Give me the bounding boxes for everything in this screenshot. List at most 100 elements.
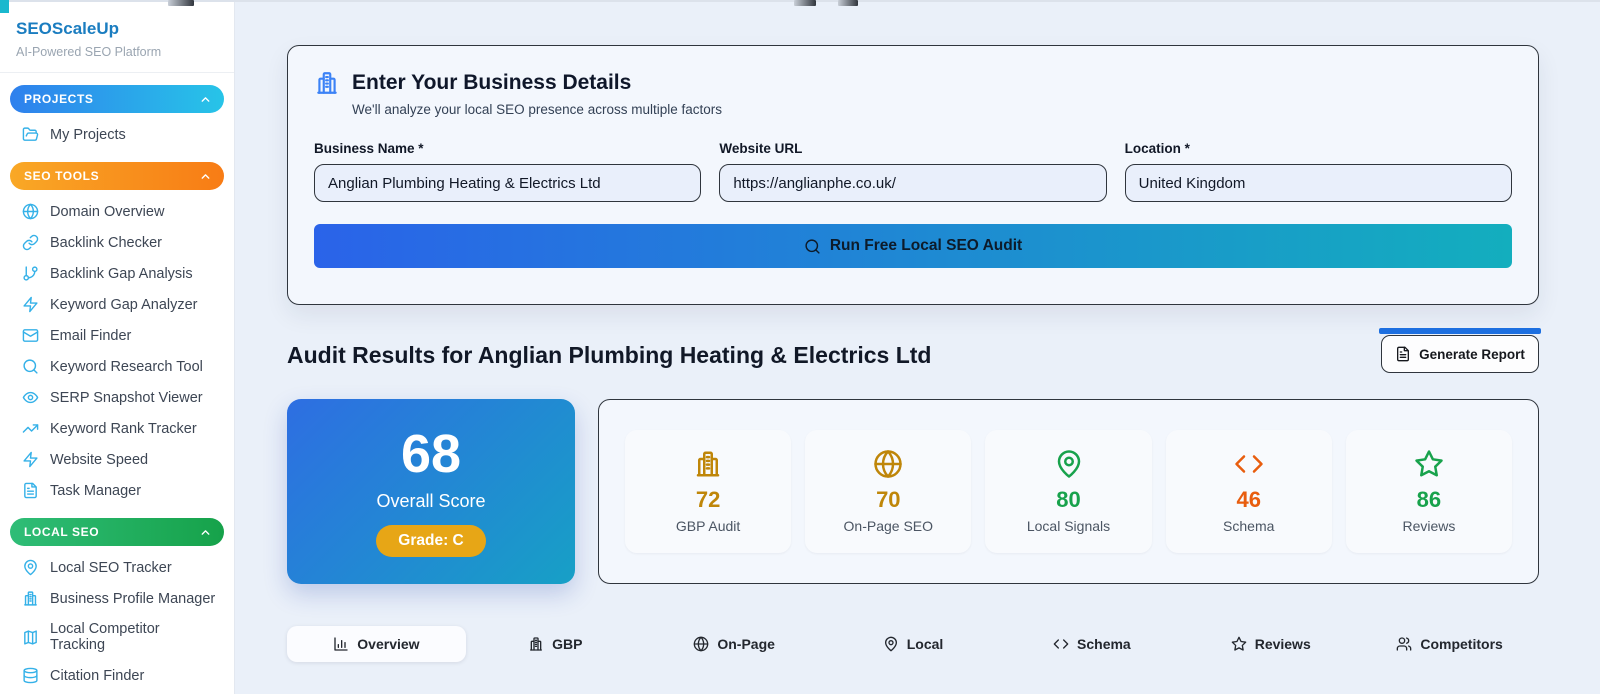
metric-reviews: 86 Reviews	[1345, 430, 1513, 553]
sidebar-item-label: Task Manager	[50, 482, 142, 499]
search-icon	[804, 238, 821, 255]
metric-label: GBP Audit	[675, 518, 741, 534]
sidebar-item-label: Backlink Checker	[50, 234, 163, 251]
results-tab-bar: Overview GBP On-Page Local Schema Review…	[287, 626, 1539, 662]
sidebar-item-label: Keyword Research Tool	[50, 358, 203, 375]
git-branch-icon	[22, 265, 39, 282]
tab-competitors[interactable]: Competitors	[1360, 626, 1539, 662]
sidebar-item-label: Local SEO Tracker	[50, 559, 172, 576]
globe-icon	[873, 449, 903, 479]
sidebar-section-local-seo[interactable]: LOCAL SEO	[10, 518, 224, 546]
tab-on-page[interactable]: On-Page	[645, 626, 824, 662]
map-pin-icon	[22, 559, 39, 576]
run-audit-button[interactable]: Run Free Local SEO Audit	[314, 224, 1512, 268]
building-icon	[22, 590, 39, 607]
metric-schema: 46 Schema	[1165, 430, 1332, 553]
sidebar-section-projects[interactable]: PROJECTS	[10, 85, 224, 113]
tab-overview[interactable]: Overview	[287, 626, 466, 662]
sidebar-item-website-speed[interactable]: Website Speed	[0, 444, 234, 475]
sidebar: SEOScaleUp AI-Powered SEO Platform PROJE…	[0, 0, 235, 694]
sidebar-item-label: Local Competitor Tracking	[50, 621, 160, 653]
top-edge-artifact	[168, 0, 194, 6]
metric-label: Reviews	[1402, 518, 1456, 534]
generate-report-wrap: Generate Report	[1379, 328, 1541, 373]
section-label: LOCAL SEO	[24, 525, 100, 539]
results-title: Audit Results for Anglian Plumbing Heati…	[287, 342, 932, 368]
business-name-input[interactable]	[314, 164, 702, 202]
brand-block: SEOScaleUp AI-Powered SEO Platform	[0, 0, 234, 73]
sidebar-item-label: Backlink Gap Analysis	[50, 265, 193, 282]
tab-gbp[interactable]: GBP	[466, 626, 645, 662]
generate-report-button[interactable]: Generate Report	[1381, 335, 1539, 373]
metric-local-signals: 80 Local Signals	[985, 430, 1152, 553]
sidebar-item-label: Citation Finder	[50, 667, 145, 684]
globe-icon	[22, 203, 39, 220]
sidebar-item-domain-overview[interactable]: Domain Overview	[0, 196, 234, 227]
tab-label: GBP	[552, 636, 583, 652]
tab-label: Schema	[1077, 636, 1131, 652]
map-pin-icon	[883, 636, 899, 652]
main-content: Enter Your Business Details We'll analyz…	[287, 0, 1541, 662]
card-subtitle: We'll analyze your local SEO presence ac…	[352, 102, 722, 117]
location-field-group: Location *	[1124, 141, 1512, 202]
globe-icon	[693, 636, 709, 652]
file-text-icon	[22, 482, 39, 499]
sidebar-item-serp-snapshot-viewer[interactable]: SERP Snapshot Viewer	[0, 382, 234, 413]
business-name-label: Business Name *	[314, 141, 424, 156]
metric-value: 70	[876, 487, 901, 512]
sidebar-item-business-profile-manager[interactable]: Business Profile Manager	[0, 583, 234, 614]
sidebar-item-email-finder[interactable]: Email Finder	[0, 320, 234, 351]
trending-up-icon	[22, 420, 39, 437]
sidebar-item-label: Keyword Gap Analyzer	[50, 296, 198, 313]
map-icon	[22, 629, 39, 646]
users-icon	[1396, 636, 1412, 652]
file-text-icon	[1395, 346, 1411, 362]
main-area: Enter Your Business Details We'll analyz…	[235, 0, 1600, 694]
metric-label: Local Signals	[1026, 518, 1111, 534]
chevron-up-icon	[199, 526, 212, 539]
card-header: Enter Your Business Details	[314, 70, 1512, 96]
chevron-up-icon	[199, 170, 212, 183]
sidebar-item-backlink-gap-analysis[interactable]: Backlink Gap Analysis	[0, 258, 234, 289]
code-icon	[1053, 636, 1069, 652]
section-label: PROJECTS	[24, 92, 94, 106]
generate-report-label: Generate Report	[1419, 346, 1525, 362]
sidebar-item-label: Business Profile Manager	[50, 590, 216, 607]
form-fields-row: Business Name * Website URL Location *	[314, 141, 1512, 202]
sidebar-item-label: Website Speed	[50, 451, 149, 468]
results-header-row: Audit Results for Anglian Plumbing Heati…	[287, 328, 1541, 373]
sidebar-item-keyword-gap-analyzer[interactable]: Keyword Gap Analyzer	[0, 289, 234, 320]
section-label: SEO TOOLS	[24, 169, 100, 183]
tab-local[interactable]: Local	[824, 626, 1003, 662]
metrics-panel: 72 GBP Audit 70 On-Page SEO 80 Local Sig…	[598, 399, 1539, 584]
card-title: Enter Your Business Details	[352, 71, 632, 94]
bar-chart-icon	[333, 636, 349, 652]
sidebar-item-task-manager[interactable]: Task Manager	[0, 475, 234, 506]
metric-value: 86	[1416, 487, 1442, 512]
sidebar-item-my-projects[interactable]: My Projects	[0, 119, 234, 150]
sidebar-item-local-seo-tracker[interactable]: Local SEO Tracker	[0, 552, 234, 583]
sidebar-section-seo-tools[interactable]: SEO TOOLS	[10, 162, 224, 190]
tab-label: Reviews	[1254, 636, 1311, 652]
sidebar-item-local-competitor-tracking[interactable]: Local Competitor Tracking	[0, 614, 234, 660]
sidebar-item-keyword-rank-tracker[interactable]: Keyword Rank Tracker	[0, 413, 234, 444]
location-input[interactable]	[1124, 164, 1512, 202]
report-accent-bar	[1379, 328, 1541, 334]
map-pin-icon	[1054, 449, 1084, 479]
link-icon	[22, 234, 39, 251]
tab-label: On-Page	[717, 636, 775, 652]
sidebar-item-label: Keyword Rank Tracker	[50, 420, 197, 437]
star-icon	[1231, 636, 1247, 652]
chevron-up-icon	[199, 93, 212, 106]
score-row: 68 Overall Score Grade: C 72 GBP Audit 7…	[287, 399, 1539, 584]
tab-reviews[interactable]: Reviews	[1181, 626, 1360, 662]
metric-value: 46	[1236, 487, 1261, 512]
sidebar-item-citation-finder[interactable]: Citation Finder	[0, 660, 234, 691]
sidebar-item-backlink-checker[interactable]: Backlink Checker	[0, 227, 234, 258]
database-icon	[22, 667, 39, 684]
code-icon	[1234, 449, 1264, 479]
website-url-input[interactable]	[719, 164, 1107, 202]
building-icon	[528, 636, 544, 652]
sidebar-item-keyword-research-tool[interactable]: Keyword Research Tool	[0, 351, 234, 382]
tab-schema[interactable]: Schema	[1002, 626, 1181, 662]
